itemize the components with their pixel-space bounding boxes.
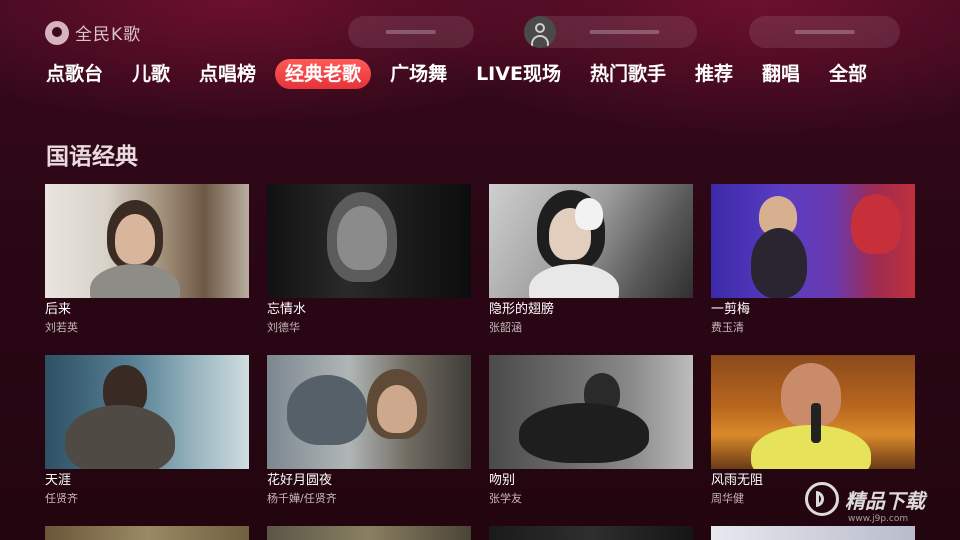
song-thumbnail bbox=[45, 184, 249, 298]
song-card[interactable]: 隐形的翅膀 张韶涵 bbox=[489, 184, 693, 334]
song-thumbnail bbox=[711, 184, 915, 298]
song-card-partial[interactable] bbox=[45, 526, 249, 540]
tab-tuijian[interactable]: 推荐 bbox=[685, 59, 743, 89]
avatar bbox=[524, 16, 556, 48]
song-title: 一剪梅 bbox=[711, 302, 751, 317]
song-title: 天涯 bbox=[45, 473, 72, 488]
song-thumbnail bbox=[489, 184, 693, 298]
k-song-logo-icon bbox=[45, 20, 69, 45]
song-card[interactable]: 花好月圆夜 杨千嬅/任贤齐 bbox=[267, 355, 471, 505]
app-title: 全民K歌 bbox=[75, 25, 142, 45]
search-button[interactable] bbox=[348, 16, 474, 48]
song-card[interactable]: 一剪梅 费玉清 bbox=[711, 184, 915, 334]
user-account-button[interactable] bbox=[524, 16, 697, 48]
song-card-partial[interactable] bbox=[267, 526, 471, 540]
song-artist: 刘德华 bbox=[267, 321, 300, 334]
tab-diangetai[interactable]: 点歌台 bbox=[36, 59, 113, 89]
song-thumbnail bbox=[267, 355, 471, 469]
song-artist: 任贤齐 bbox=[45, 492, 78, 505]
watermark-text: 精品下载 bbox=[845, 488, 925, 513]
song-title: 隐形的翅膀 bbox=[489, 302, 555, 317]
tab-live[interactable]: LIVE现场 bbox=[466, 59, 571, 89]
app-logo: 全民K歌 bbox=[45, 20, 141, 45]
tab-quanbu[interactable]: 全部 bbox=[819, 59, 877, 89]
song-thumbnail bbox=[489, 355, 693, 469]
song-artist: 刘若英 bbox=[45, 321, 78, 334]
song-artist: 费玉清 bbox=[711, 321, 744, 334]
song-title: 花好月圆夜 bbox=[267, 473, 333, 488]
song-title: 吻别 bbox=[489, 473, 516, 488]
watermark-url: www.j9p.com bbox=[848, 514, 909, 524]
song-title: 忘情水 bbox=[267, 302, 307, 317]
tab-dianchangbang[interactable]: 点唱榜 bbox=[189, 59, 266, 89]
song-thumbnail bbox=[267, 184, 471, 298]
song-title: 后来 bbox=[45, 302, 72, 317]
song-thumbnail bbox=[711, 355, 915, 469]
song-artist: 张学友 bbox=[489, 492, 522, 505]
song-artist: 张韶涵 bbox=[489, 321, 522, 334]
song-thumbnail bbox=[45, 355, 249, 469]
song-card-partial[interactable] bbox=[711, 526, 915, 540]
category-nav: 点歌台 儿歌 点唱榜 经典老歌 广场舞 LIVE现场 热门歌手 推荐 翻唱 全部 bbox=[36, 59, 886, 89]
song-card[interactable]: 忘情水 刘德华 bbox=[267, 184, 471, 334]
tab-guangchangwu[interactable]: 广场舞 bbox=[380, 59, 457, 89]
watermark-logo-icon bbox=[805, 482, 839, 516]
tab-erge[interactable]: 儿歌 bbox=[122, 59, 180, 89]
song-card[interactable]: 天涯 任贤齐 bbox=[45, 355, 249, 505]
section-title: 国语经典 bbox=[46, 144, 138, 170]
tab-remen-geshou[interactable]: 热门歌手 bbox=[580, 59, 676, 89]
tab-fanchang[interactable]: 翻唱 bbox=[752, 59, 810, 89]
song-artist: 杨千嬅/任贤齐 bbox=[267, 492, 337, 505]
song-card-partial[interactable] bbox=[489, 526, 693, 540]
tab-jingdian-laoge[interactable]: 经典老歌 bbox=[275, 59, 372, 89]
watermark: 精品下载 bbox=[805, 482, 925, 516]
song-card[interactable]: 后来 刘若英 bbox=[45, 184, 249, 334]
vip-button[interactable] bbox=[749, 16, 900, 48]
song-card[interactable]: 吻别 张学友 bbox=[489, 355, 693, 505]
